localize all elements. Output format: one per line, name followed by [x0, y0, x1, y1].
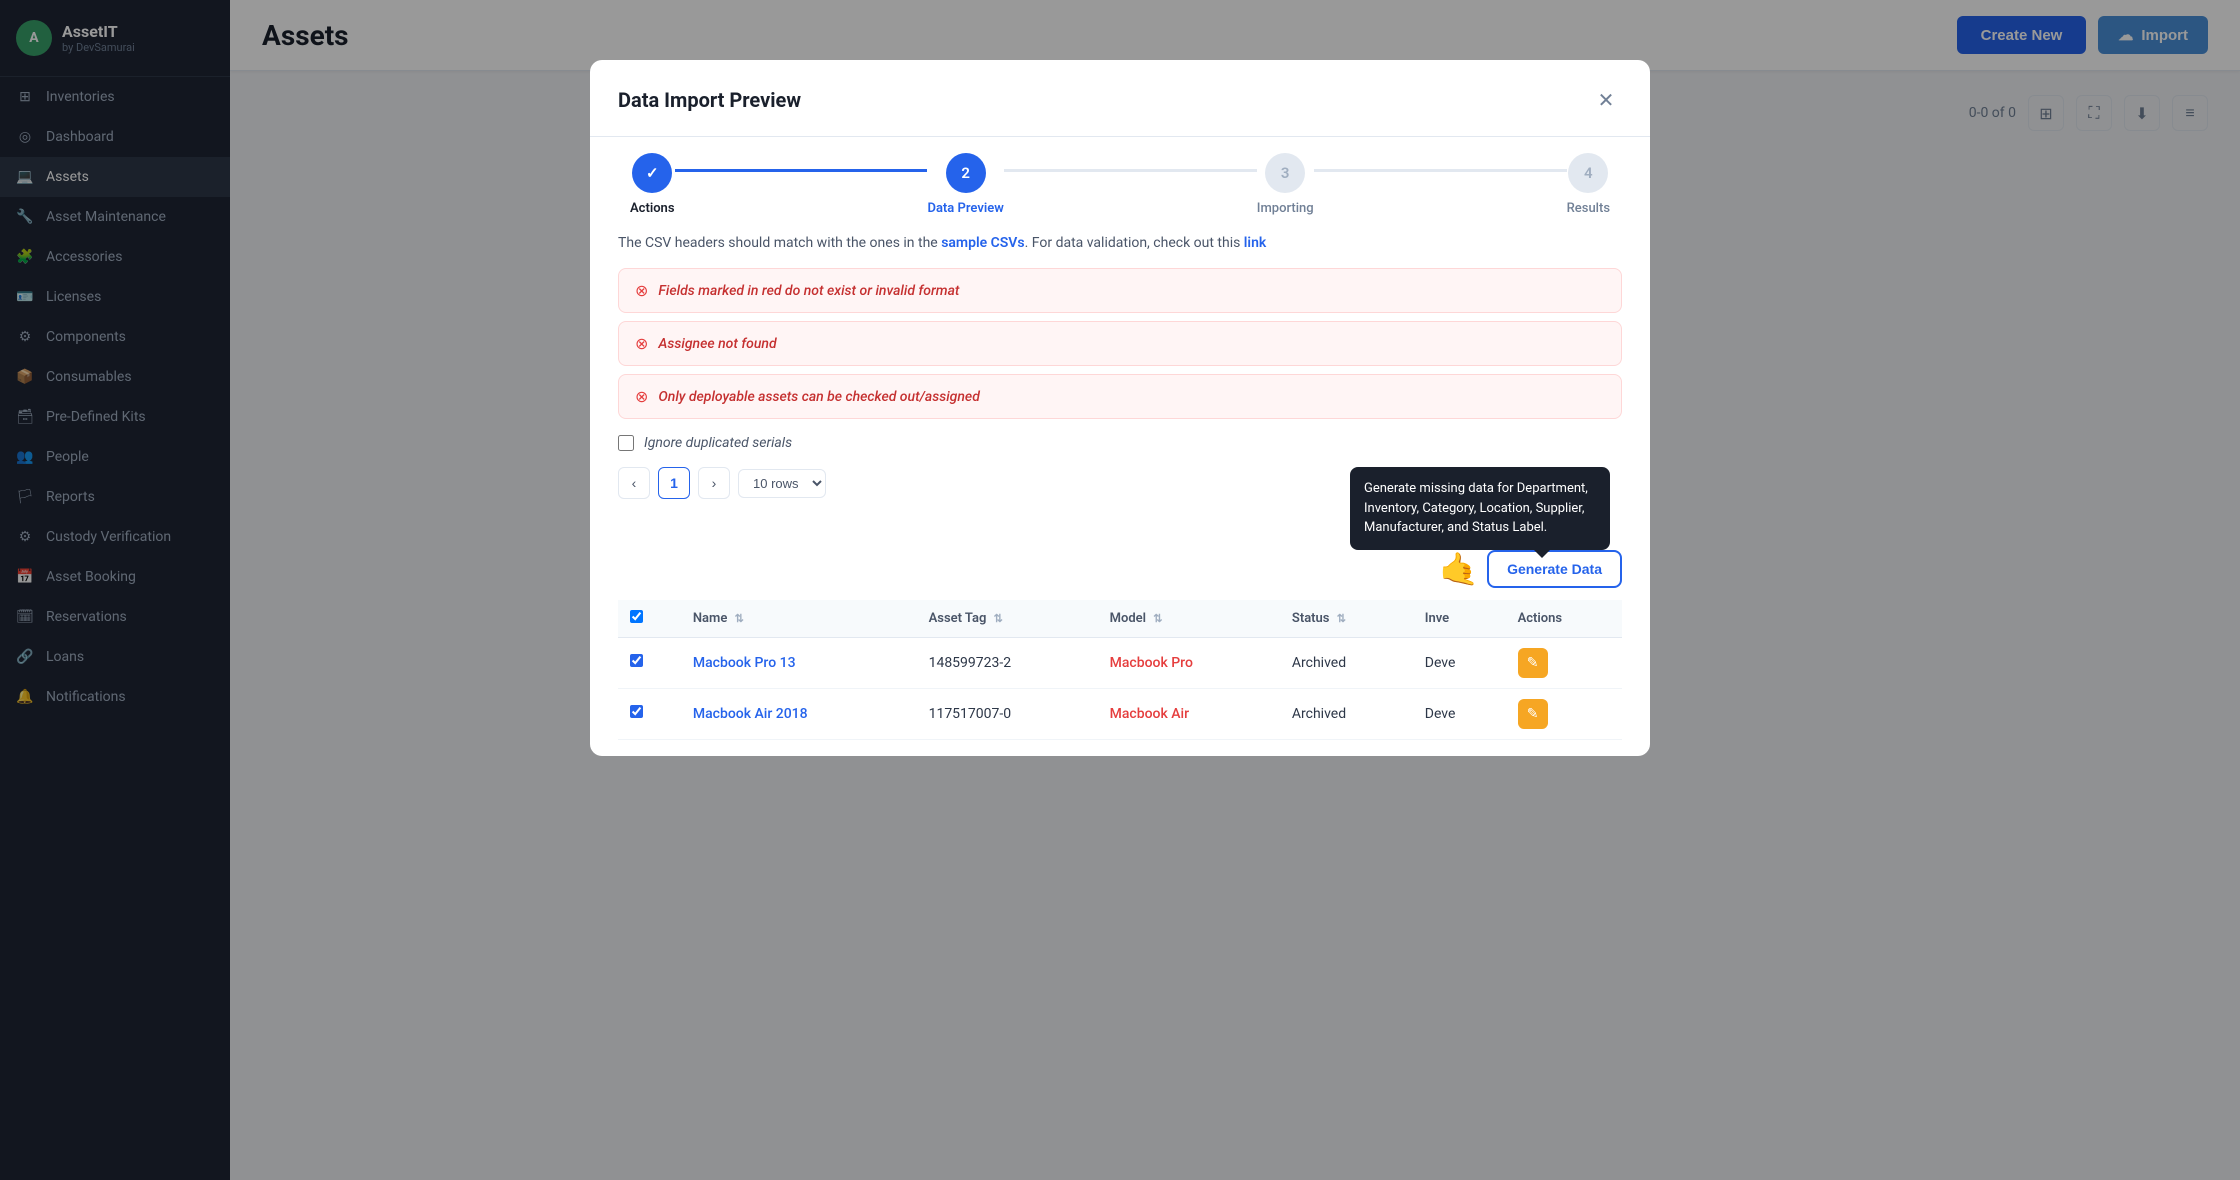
row-1-name-cell: Macbook Pro 13 — [681, 637, 917, 688]
next-page-button[interactable]: › — [698, 467, 730, 499]
connector-3 — [1314, 169, 1567, 172]
row-1-edit-button[interactable]: ✎ — [1518, 648, 1548, 678]
name-sort-icon[interactable]: ⇅ — [735, 612, 744, 625]
row-2-edit-button[interactable]: ✎ — [1518, 699, 1548, 729]
error-row-1: ⊗ Fields marked in red do not exist or i… — [618, 268, 1622, 313]
row-2-checkbox-cell — [618, 688, 681, 739]
modal-title: Data Import Preview — [618, 88, 801, 112]
stepper: ✓ Actions 2 Data Preview 3 Importing 4 — [590, 137, 1650, 216]
step-3-label: Importing — [1257, 201, 1314, 216]
row-1-checkbox[interactable] — [630, 654, 643, 667]
step-1-circle: ✓ — [632, 153, 672, 193]
col-name: Name ⇅ — [681, 600, 917, 638]
row-2-name-cell: Macbook Air 2018 — [681, 688, 917, 739]
step-3: 3 Importing — [1257, 153, 1314, 216]
table-header-row: Name ⇅ Asset Tag ⇅ Model ⇅ — [618, 600, 1622, 638]
step-1-label: Actions — [630, 201, 675, 216]
controls-row: ‹ 1 › 10 rows 25 rows 50 rows Generate — [618, 467, 1622, 588]
prev-page-button[interactable]: ‹ — [618, 467, 650, 499]
model-sort-icon[interactable]: ⇅ — [1153, 612, 1162, 625]
row-2-model-link[interactable]: Macbook Air — [1110, 706, 1189, 722]
error-text-2: Assignee not found — [658, 336, 776, 352]
row-2-status-cell: Archived — [1280, 688, 1413, 739]
col-checkbox — [618, 600, 681, 638]
row-2-tag-cell: 117517007-0 — [917, 688, 1098, 739]
row-2-checkbox[interactable] — [630, 705, 643, 718]
row-1-status-cell: Archived — [1280, 637, 1413, 688]
table-row: Macbook Air 2018 117517007-0 Macbook Air… — [618, 688, 1622, 739]
pagination: ‹ 1 › 10 rows 25 rows 50 rows — [618, 467, 826, 499]
row-1-model-cell: Macbook Pro — [1098, 637, 1280, 688]
table-body: Macbook Pro 13 148599723-2 Macbook Pro A… — [618, 637, 1622, 739]
error-row-2: ⊗ Assignee not found — [618, 321, 1622, 366]
error-icon-2: ⊗ — [635, 334, 648, 353]
step-2-label: Data Preview — [927, 201, 1003, 216]
step-2: 2 Data Preview — [927, 153, 1003, 216]
col-status: Status ⇅ — [1280, 600, 1413, 638]
step-2-circle: 2 — [946, 153, 986, 193]
generate-area: Generate missing data for Department, In… — [1350, 467, 1622, 588]
ignore-duplicates-label: Ignore duplicated serials — [644, 435, 792, 451]
row-1-name-link[interactable]: Macbook Pro 13 — [693, 655, 796, 671]
status-sort-icon[interactable]: ⇅ — [1337, 612, 1346, 625]
step-4: 4 Results — [1567, 153, 1610, 216]
select-all-checkbox[interactable] — [630, 610, 643, 623]
col-inve: Inve — [1413, 600, 1506, 638]
row-2-name-link[interactable]: Macbook Air 2018 — [693, 706, 808, 722]
step-4-circle: 4 — [1568, 153, 1608, 193]
row-1-model-link[interactable]: Macbook Pro — [1110, 655, 1193, 671]
modal-overlay: Data Import Preview ✕ ✓ Actions 2 Data P… — [0, 0, 2240, 1180]
hand-icon: 🤙 — [1439, 550, 1479, 588]
generate-data-button[interactable]: Generate Data — [1487, 550, 1622, 588]
ignore-duplicates-checkbox[interactable] — [618, 435, 634, 451]
error-icon-1: ⊗ — [635, 281, 648, 300]
modal-close-button[interactable]: ✕ — [1590, 84, 1622, 116]
generate-tooltip: Generate missing data for Department, In… — [1350, 467, 1610, 550]
step-3-circle: 3 — [1265, 153, 1305, 193]
info-text: The CSV headers should match with the on… — [618, 232, 1622, 254]
row-2-actions-cell: ✎ — [1506, 688, 1622, 739]
col-actions: Actions — [1506, 600, 1622, 638]
table-wrapper: Name ⇅ Asset Tag ⇅ Model ⇅ — [618, 600, 1622, 740]
tooltip-generate-row: Generate missing data for Department, In… — [1350, 467, 1622, 588]
connector-1 — [675, 169, 928, 172]
connector-2 — [1004, 169, 1257, 172]
row-1-actions-cell: ✎ — [1506, 637, 1622, 688]
table-head: Name ⇅ Asset Tag ⇅ Model ⇅ — [618, 600, 1622, 638]
sample-csvs-link[interactable]: sample CSVs — [941, 235, 1024, 251]
step-1: ✓ Actions — [630, 153, 675, 216]
rows-per-page-select[interactable]: 10 rows 25 rows 50 rows — [738, 469, 826, 498]
row-2-inve-cell: Deve — [1413, 688, 1506, 739]
modal-header: Data Import Preview ✕ — [590, 60, 1650, 137]
import-data-table: Name ⇅ Asset Tag ⇅ Model ⇅ — [618, 600, 1622, 740]
step-4-label: Results — [1567, 201, 1610, 216]
tooltip-wrapper: Generate missing data for Department, In… — [1350, 467, 1622, 588]
col-model: Model ⇅ — [1098, 600, 1280, 638]
data-import-modal: Data Import Preview ✕ ✓ Actions 2 Data P… — [590, 60, 1650, 756]
modal-body: The CSV headers should match with the on… — [590, 216, 1650, 756]
row-1-tag-cell: 148599723-2 — [917, 637, 1098, 688]
page-1-button[interactable]: 1 — [658, 467, 690, 499]
generate-btn-row: 🤙 Generate Data — [1439, 550, 1622, 588]
col-asset-tag: Asset Tag ⇅ — [917, 600, 1098, 638]
row-1-inve-cell: Deve — [1413, 637, 1506, 688]
row-1-checkbox-cell — [618, 637, 681, 688]
error-text-1: Fields marked in red do not exist or inv… — [658, 283, 959, 299]
error-icon-3: ⊗ — [635, 387, 648, 406]
ignore-duplicates-row: Ignore duplicated serials — [618, 435, 1622, 451]
error-row-3: ⊗ Only deployable assets can be checked … — [618, 374, 1622, 419]
error-text-3: Only deployable assets can be checked ou… — [658, 389, 979, 405]
tag-sort-icon[interactable]: ⇅ — [994, 612, 1003, 625]
row-2-model-cell: Macbook Air — [1098, 688, 1280, 739]
validation-link[interactable]: link — [1244, 235, 1266, 251]
table-row: Macbook Pro 13 148599723-2 Macbook Pro A… — [618, 637, 1622, 688]
